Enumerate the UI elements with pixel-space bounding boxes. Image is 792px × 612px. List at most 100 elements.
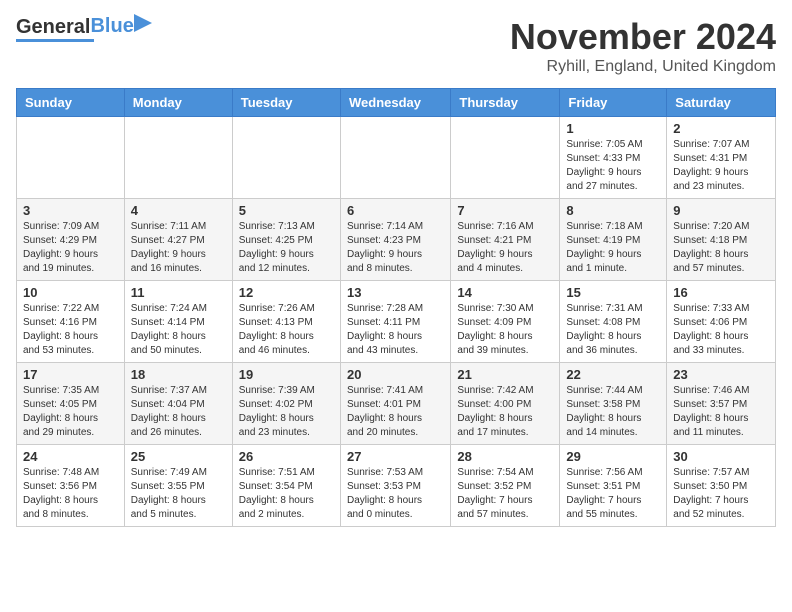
calendar-day-cell: 30 Sunrise: 7:57 AM Sunset: 3:50 PM Dayli… [667, 445, 776, 527]
calendar-day-cell: 8 Sunrise: 7:18 AM Sunset: 4:19 PM Daylig… [560, 199, 667, 281]
day-number: 23 [673, 367, 769, 382]
calendar-week-2: 3 Sunrise: 7:09 AM Sunset: 4:29 PM Daylig… [17, 199, 776, 281]
day-info: Sunrise: 7:37 AM Sunset: 4:04 PM Dayligh… [131, 384, 226, 440]
calendar-day-cell: 29 Sunrise: 7:56 AM Sunset: 3:51 PM Dayli… [560, 445, 667, 527]
day-number: 13 [347, 285, 444, 300]
logo: General Blue [16, 16, 134, 42]
day-number: 29 [566, 449, 660, 464]
day-number: 6 [347, 203, 444, 218]
logo-blue-text: Blue [90, 15, 133, 37]
calendar-week-1: 1 Sunrise: 7:05 AM Sunset: 4:33 PM Daylig… [17, 117, 776, 199]
day-number: 2 [673, 121, 769, 136]
day-info: Sunrise: 7:16 AM Sunset: 4:21 PM Dayligh… [457, 220, 553, 276]
day-number: 22 [566, 367, 660, 382]
day-number: 8 [566, 203, 660, 218]
calendar-day-cell: 11Sunrise: 7:24 AM Sunset: 4:14 PM Dayli… [124, 281, 232, 363]
day-number: 30 [673, 449, 769, 464]
calendar-day-cell: 15Sunrise: 7:31 AM Sunset: 4:08 PM Dayli… [560, 281, 667, 363]
day-info: Sunrise: 7:48 AM Sunset: 3:56 PM Dayligh… [23, 466, 118, 522]
day-info: Sunrise: 7:18 AM Sunset: 4:19 PM Dayligh… [566, 220, 660, 276]
calendar-day-cell: 5Sunrise: 7:13 AM Sunset: 4:25 PM Daylig… [232, 199, 340, 281]
day-info: Sunrise: 7:33 AM Sunset: 4:06 PM Dayligh… [673, 302, 769, 358]
calendar-day-cell: 4 Sunrise: 7:11 AM Sunset: 4:27 PM Daylig… [124, 199, 232, 281]
day-info: Sunrise: 7:56 AM Sunset: 3:51 PM Dayligh… [566, 466, 660, 522]
logo-general-text: General [16, 17, 90, 37]
day-info: Sunrise: 7:44 AM Sunset: 3:58 PM Dayligh… [566, 384, 660, 440]
calendar-day-cell: 14Sunrise: 7:30 AM Sunset: 4:09 PM Dayli… [451, 281, 560, 363]
day-info: Sunrise: 7:13 AM Sunset: 4:25 PM Dayligh… [239, 220, 334, 276]
day-number: 28 [457, 449, 553, 464]
calendar-day-cell [451, 117, 560, 199]
day-info: Sunrise: 7:14 AM Sunset: 4:23 PM Dayligh… [347, 220, 444, 276]
day-number: 12 [239, 285, 334, 300]
calendar-day-cell: 3 Sunrise: 7:09 AM Sunset: 4:29 PM Daylig… [17, 199, 125, 281]
calendar-day-cell: 28 Sunrise: 7:54 AM Sunset: 3:52 PM Dayli… [451, 445, 560, 527]
calendar-day-cell: 1 Sunrise: 7:05 AM Sunset: 4:33 PM Daylig… [560, 117, 667, 199]
calendar-day-cell: 27Sunrise: 7:53 AM Sunset: 3:53 PM Dayli… [340, 445, 450, 527]
day-number: 25 [131, 449, 226, 464]
page-header: General Blue November 2024 Ryhill, Engla… [16, 16, 776, 76]
day-info: Sunrise: 7:26 AM Sunset: 4:13 PM Dayligh… [239, 302, 334, 358]
day-number: 24 [23, 449, 118, 464]
day-number: 27 [347, 449, 444, 464]
calendar-day-cell: 26 Sunrise: 7:51 AM Sunset: 3:54 PM Dayli… [232, 445, 340, 527]
day-info: Sunrise: 7:49 AM Sunset: 3:55 PM Dayligh… [131, 466, 226, 522]
day-info: Sunrise: 7:30 AM Sunset: 4:09 PM Dayligh… [457, 302, 553, 358]
calendar-day-cell: 13 Sunrise: 7:28 AM Sunset: 4:11 PM Dayli… [340, 281, 450, 363]
day-number: 20 [347, 367, 444, 382]
header-sunday: Sunday [17, 89, 125, 117]
day-info: Sunrise: 7:42 AM Sunset: 4:00 PM Dayligh… [457, 384, 553, 440]
day-number: 4 [131, 203, 226, 218]
calendar-day-cell: 17Sunrise: 7:35 AM Sunset: 4:05 PM Dayli… [17, 363, 125, 445]
page-subtitle: Ryhill, England, United Kingdom [510, 58, 776, 76]
calendar-day-cell: 12 Sunrise: 7:26 AM Sunset: 4:13 PM Dayli… [232, 281, 340, 363]
calendar-day-cell [17, 117, 125, 199]
day-number: 7 [457, 203, 553, 218]
day-info: Sunrise: 7:41 AM Sunset: 4:01 PM Dayligh… [347, 384, 444, 440]
logo-underline [16, 39, 94, 42]
day-info: Sunrise: 7:51 AM Sunset: 3:54 PM Dayligh… [239, 466, 334, 522]
day-info: Sunrise: 7:28 AM Sunset: 4:11 PM Dayligh… [347, 302, 444, 358]
day-info: Sunrise: 7:31 AM Sunset: 4:08 PM Dayligh… [566, 302, 660, 358]
calendar-day-cell: 6 Sunrise: 7:14 AM Sunset: 4:23 PM Daylig… [340, 199, 450, 281]
calendar-week-3: 10Sunrise: 7:22 AM Sunset: 4:16 PM Dayli… [17, 281, 776, 363]
day-number: 26 [239, 449, 334, 464]
calendar-day-cell: 10Sunrise: 7:22 AM Sunset: 4:16 PM Dayli… [17, 281, 125, 363]
day-info: Sunrise: 7:54 AM Sunset: 3:52 PM Dayligh… [457, 466, 553, 522]
day-info: Sunrise: 7:20 AM Sunset: 4:18 PM Dayligh… [673, 220, 769, 276]
day-info: Sunrise: 7:05 AM Sunset: 4:33 PM Dayligh… [566, 138, 660, 194]
day-number: 1 [566, 121, 660, 136]
day-info: Sunrise: 7:22 AM Sunset: 4:16 PM Dayligh… [23, 302, 118, 358]
day-info: Sunrise: 7:07 AM Sunset: 4:31 PM Dayligh… [673, 138, 769, 194]
calendar-day-cell: 22 Sunrise: 7:44 AM Sunset: 3:58 PM Dayli… [560, 363, 667, 445]
calendar-day-cell: 25 Sunrise: 7:49 AM Sunset: 3:55 PM Dayli… [124, 445, 232, 527]
day-info: Sunrise: 7:57 AM Sunset: 3:50 PM Dayligh… [673, 466, 769, 522]
calendar-day-cell: 23Sunrise: 7:46 AM Sunset: 3:57 PM Dayli… [667, 363, 776, 445]
calendar-day-cell [340, 117, 450, 199]
calendar-day-cell: 7 Sunrise: 7:16 AM Sunset: 4:21 PM Daylig… [451, 199, 560, 281]
calendar-week-5: 24 Sunrise: 7:48 AM Sunset: 3:56 PM Dayli… [17, 445, 776, 527]
calendar-day-cell [124, 117, 232, 199]
day-number: 3 [23, 203, 118, 218]
header-monday: Monday [124, 89, 232, 117]
title-section: November 2024 Ryhill, England, United Ki… [510, 16, 776, 76]
calendar-day-cell: 18Sunrise: 7:37 AM Sunset: 4:04 PM Dayli… [124, 363, 232, 445]
calendar-day-cell: 19Sunrise: 7:39 AM Sunset: 4:02 PM Dayli… [232, 363, 340, 445]
page-title: November 2024 [510, 16, 776, 58]
calendar-day-cell: 21 Sunrise: 7:42 AM Sunset: 4:00 PM Dayli… [451, 363, 560, 445]
day-info: Sunrise: 7:35 AM Sunset: 4:05 PM Dayligh… [23, 384, 118, 440]
day-info: Sunrise: 7:39 AM Sunset: 4:02 PM Dayligh… [239, 384, 334, 440]
header-thursday: Thursday [451, 89, 560, 117]
calendar-day-cell: 2 Sunrise: 7:07 AM Sunset: 4:31 PM Daylig… [667, 117, 776, 199]
day-number: 11 [131, 285, 226, 300]
day-info: Sunrise: 7:11 AM Sunset: 4:27 PM Dayligh… [131, 220, 226, 276]
header-saturday: Saturday [667, 89, 776, 117]
day-number: 9 [673, 203, 769, 218]
calendar-day-cell: 9 Sunrise: 7:20 AM Sunset: 4:18 PM Daylig… [667, 199, 776, 281]
day-number: 21 [457, 367, 553, 382]
logo-arrow-icon [134, 14, 152, 32]
day-info: Sunrise: 7:09 AM Sunset: 4:29 PM Dayligh… [23, 220, 118, 276]
calendar-table: Sunday Monday Tuesday Wednesday Thursday… [16, 88, 776, 527]
header-tuesday: Tuesday [232, 89, 340, 117]
calendar-day-cell: 20 Sunrise: 7:41 AM Sunset: 4:01 PM Dayli… [340, 363, 450, 445]
